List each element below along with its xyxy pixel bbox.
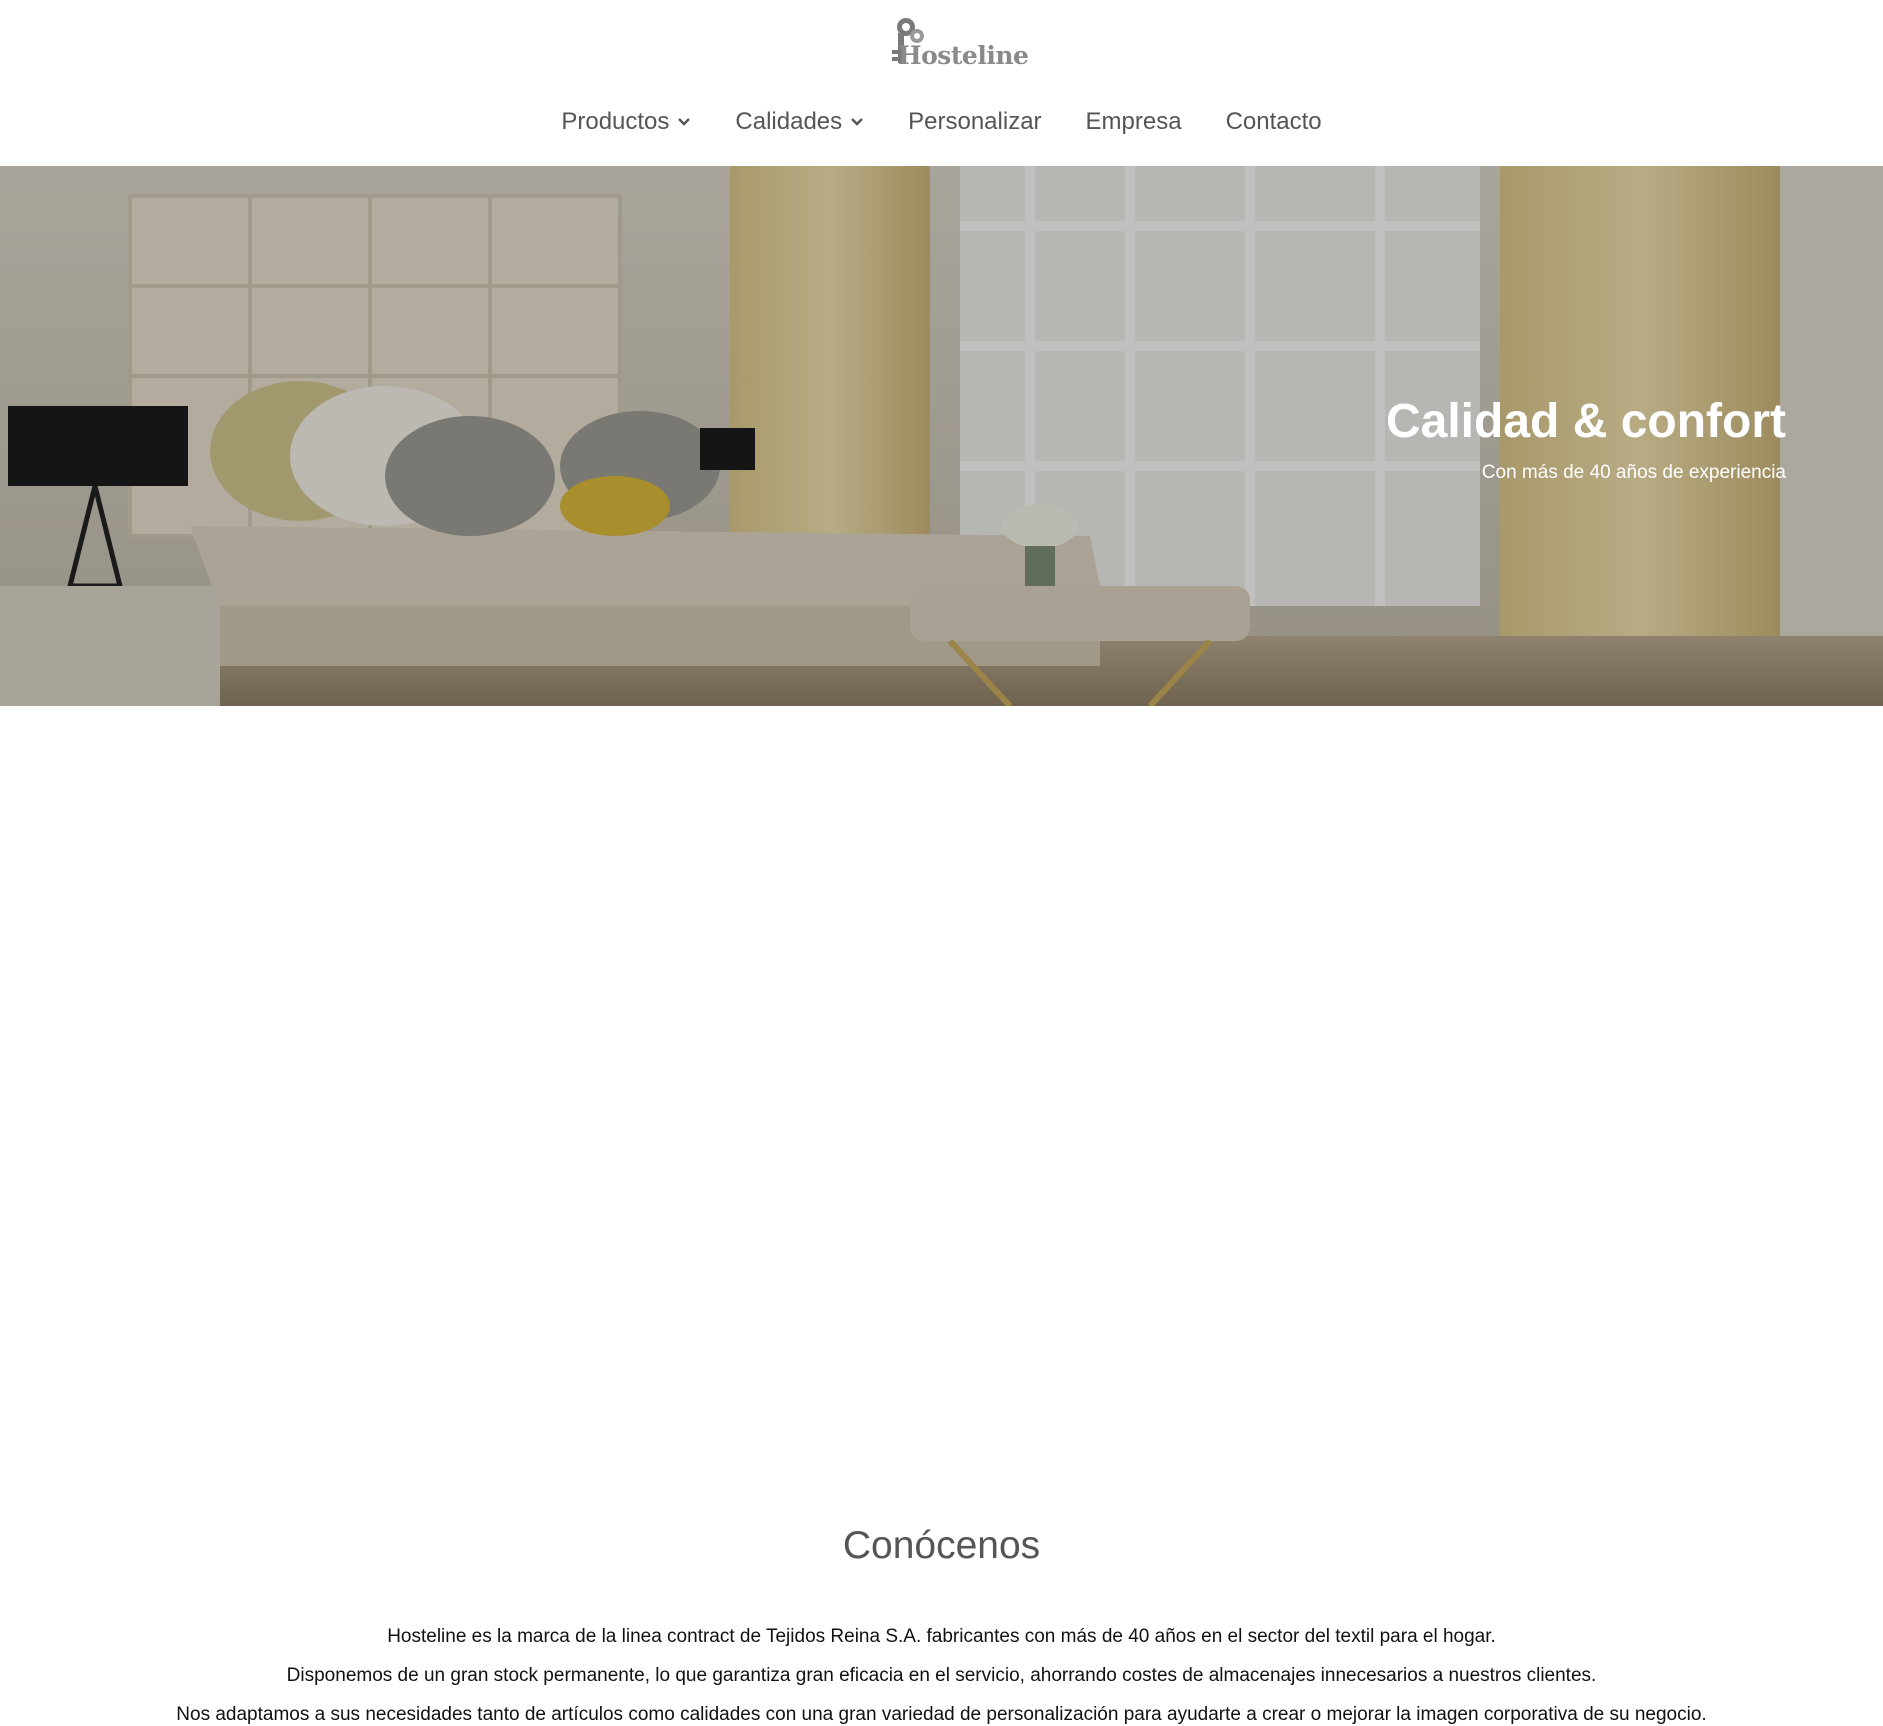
nav-item-empresa[interactable]: Empresa xyxy=(1064,104,1204,140)
hero-banner: Calidad & confort Con más de 40 años de … xyxy=(0,166,1883,706)
nav-item-label: Contacto xyxy=(1225,108,1322,135)
about-paragraph-2: Disponemos de un gran stock permanente, … xyxy=(286,1665,1597,1686)
chevron-down-icon xyxy=(851,118,863,126)
hero-subtitle: Con más de 40 años de experiencia xyxy=(1481,462,1786,483)
nav-item-contacto[interactable]: Contacto xyxy=(1204,104,1344,140)
main-nav: Productos Calidades Personalizar Empresa… xyxy=(0,104,1883,140)
chevron-down-icon xyxy=(678,118,691,126)
logo-text: Hosteline xyxy=(898,41,1029,70)
nav-item-label: Empresa xyxy=(1085,108,1182,135)
site-header: Hosteline Productos Calidades Personaliz… xyxy=(0,0,1883,166)
nav-item-label: Personalizar xyxy=(908,108,1042,135)
nav-item-calidades[interactable]: Calidades xyxy=(713,104,886,140)
about-paragraph-3: Nos adaptamos a sus necesidades tanto de… xyxy=(176,1704,1707,1725)
hero-title: Calidad & confort xyxy=(1385,395,1786,448)
nav-item-personalizar[interactable]: Personalizar xyxy=(886,104,1063,140)
nav-item-label: Calidades xyxy=(735,108,843,135)
logo[interactable]: Hosteline xyxy=(886,14,1029,72)
about-paragraph-1: Hosteline es la marca de la linea contra… xyxy=(387,1626,1496,1647)
about-title: Conócenos xyxy=(842,1524,1041,1567)
nav-item-productos[interactable]: Productos xyxy=(539,104,713,140)
nav-item-label: Productos xyxy=(561,108,670,135)
